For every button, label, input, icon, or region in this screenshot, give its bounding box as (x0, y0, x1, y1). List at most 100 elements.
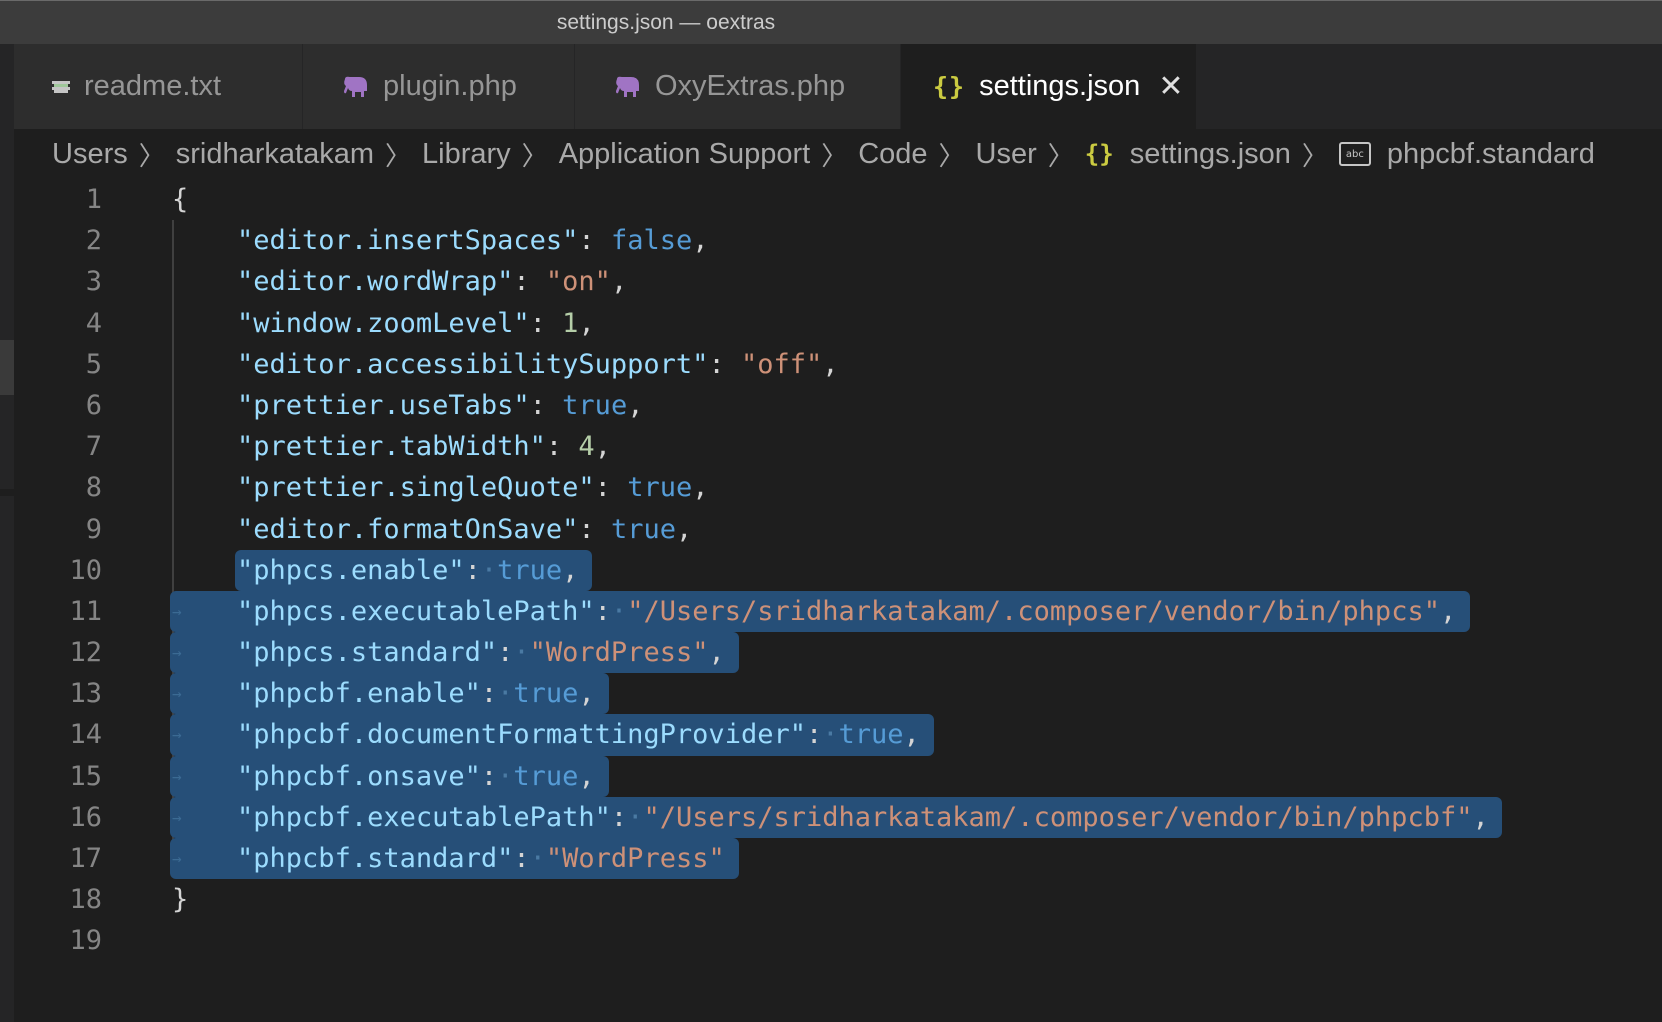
line-number: 5 (85, 348, 102, 380)
json-value: true (610, 513, 676, 545)
code-line[interactable]: → "phpcbf.documentFormattingProvider":·t… (170, 714, 1652, 756)
breadcrumb-item-symbol[interactable]: phpcbf.standard (1387, 138, 1595, 171)
breadcrumb-item-user-home[interactable]: sridharkatakam (176, 138, 374, 171)
line-number: 12 (69, 637, 102, 669)
json-value: "on" (545, 266, 611, 298)
json-value: true (838, 719, 904, 751)
code-area[interactable]: { "editor.insertSpaces": false, "editor.… (170, 179, 1652, 962)
json-key: "prettier.tabWidth" (237, 431, 546, 463)
json-value: "WordPress" (529, 637, 709, 669)
breadcrumb-item-users[interactable]: Users (52, 138, 128, 171)
json-key: "phpcbf.onsave" (237, 760, 481, 792)
code-line[interactable]: "prettier.useTabs": true, (172, 385, 1652, 426)
line-number: 13 (69, 678, 102, 710)
json-value: true (562, 389, 628, 421)
json-key: "editor.insertSpaces" (237, 225, 579, 257)
json-value: "WordPress" (545, 843, 725, 874)
code-line[interactable]: "prettier.tabWidth": 4, (172, 426, 1652, 467)
json-value: "/Users/sridharkatakam/.composer/vendor/… (643, 801, 1473, 833)
json-key: "phpcbf.documentFormattingProvider" (237, 719, 806, 751)
code-line[interactable]: → "phpcbf.executablePath":·"/Users/sridh… (170, 796, 1652, 838)
code-line[interactable]: "editor.insertSpaces": false, (172, 220, 1652, 261)
json-key: "phpcs.standard" (237, 637, 498, 669)
json-value: 4 (578, 431, 595, 463)
tab-label: readme.txt (84, 70, 221, 102)
code-line[interactable]: → "phpcbf.standard":·"WordPress" (170, 838, 1652, 880)
json-value: 1 (562, 307, 579, 339)
activity-edge (0, 44, 14, 1022)
code-line[interactable]: → "phpcs.executablePath":·"/Users/sridha… (170, 590, 1652, 633)
code-line[interactable]: → "phpcbf.enable":·true, (170, 673, 1652, 715)
line-number: 17 (69, 843, 102, 874)
json-value: true (627, 472, 693, 504)
code-editor[interactable]: 1 2 3 4 5 6 7 8 9 10 11 12 13 14 15 16 17 18 19 { "editor.… (14, 179, 1662, 1022)
json-key: "phpcs.enable" (237, 554, 465, 586)
window-title: settings.json — oextras (556, 10, 776, 34)
breadcrumb-item-application-support[interactable]: Application Support (559, 138, 811, 171)
breadcrumb-item-user[interactable]: User (976, 138, 1037, 171)
breadcrumb-item-library[interactable]: Library (422, 138, 511, 171)
line-number: 6 (85, 389, 102, 421)
json-value: true (513, 678, 579, 710)
line-number: 4 (85, 307, 102, 339)
line-number: 9 (85, 513, 102, 545)
json-key: "editor.accessibilitySupport" (237, 348, 709, 380)
text-file-icon (52, 78, 70, 96)
tab-plugin-php[interactable]: plugin.php (303, 44, 575, 129)
json-key: "window.zoomLevel" (237, 307, 530, 339)
json-key: "phpcbf.executablePath" (237, 801, 611, 833)
tab-label: plugin.php (383, 70, 517, 102)
breadcrumb-item-settings-json[interactable]: settings.json (1130, 138, 1291, 171)
title-bar: settings.json — oextras (0, 0, 1662, 44)
json-key: "phpcs.executablePath" (237, 595, 595, 627)
json-value: true (497, 554, 563, 586)
code-line[interactable]: "prettier.singleQuote": true, (172, 467, 1652, 508)
code-line[interactable]: "window.zoomLevel": 1, (172, 303, 1652, 344)
json-key: "editor.formatOnSave" (237, 513, 579, 545)
line-number: 19 (69, 925, 102, 957)
json-key: "editor.wordWrap" (237, 266, 514, 298)
line-number: 18 (69, 884, 102, 916)
breadcrumb-item-code[interactable]: Code (858, 138, 927, 171)
code-line[interactable]: { (172, 179, 1652, 220)
breadcrumb: Users 〉 sridharkatakam 〉 Library 〉 Appli… (14, 129, 1662, 179)
tab-bar: readme.txt plugin.php OxyExtras.php {} s… (14, 44, 1662, 129)
code-line[interactable]: } (172, 879, 1652, 920)
line-number: 14 (69, 719, 102, 751)
line-number: 3 (85, 266, 102, 298)
line-number-gutter: 1 2 3 4 5 6 7 8 9 10 11 12 13 14 15 16 17 18 19 (14, 179, 114, 962)
code-line[interactable]: → "phpcbf.onsave":·true, (170, 755, 1652, 797)
close-icon[interactable]: ✕ (1158, 71, 1183, 102)
line-number: 15 (69, 760, 102, 792)
code-line[interactable]: "editor.accessibilitySupport": "off", (172, 344, 1652, 385)
tab-oxyextras-php[interactable]: OxyExtras.php (575, 44, 901, 129)
line-number: 2 (85, 225, 102, 257)
json-key: "phpcbf.standard" (237, 843, 514, 874)
braces-icon: {} (1084, 140, 1114, 168)
elephant-icon (613, 76, 641, 98)
json-value: true (513, 760, 579, 792)
code-line[interactable]: → "phpcs.standard":·"WordPress", (170, 632, 1652, 674)
string-abc-icon: abc (1338, 142, 1371, 166)
code-line[interactable]: "editor.wordWrap": "on", (172, 261, 1652, 302)
line-number: 8 (85, 472, 102, 504)
tab-readme-txt[interactable]: readme.txt (14, 44, 303, 129)
json-value: "off" (740, 348, 823, 380)
chevron-right-icon: 〉 (821, 140, 848, 171)
json-key: "prettier.singleQuote" (237, 472, 595, 504)
json-value: "/Users/sridharkatakam/.composer/vendor/… (627, 595, 1440, 627)
chevron-right-icon: 〉 (938, 140, 965, 171)
code-line[interactable]: "phpcs.enable":·true, (172, 549, 1652, 591)
chevron-right-icon: 〉 (385, 140, 412, 171)
braces-icon: {} (933, 72, 966, 101)
elephant-icon (341, 76, 369, 98)
tab-settings-json[interactable]: {} settings.json ✕ (901, 44, 1197, 129)
panel-divider (0, 489, 14, 496)
sidebar-scrollbar-thumb[interactable] (0, 340, 14, 395)
json-key: "phpcbf.enable" (237, 678, 481, 710)
tab-label: settings.json (979, 70, 1141, 102)
code-line[interactable] (172, 920, 1652, 961)
code-line[interactable]: "editor.formatOnSave": true, (172, 509, 1652, 550)
chevron-right-icon: 〉 (138, 140, 165, 171)
line-number: 11 (69, 595, 102, 627)
